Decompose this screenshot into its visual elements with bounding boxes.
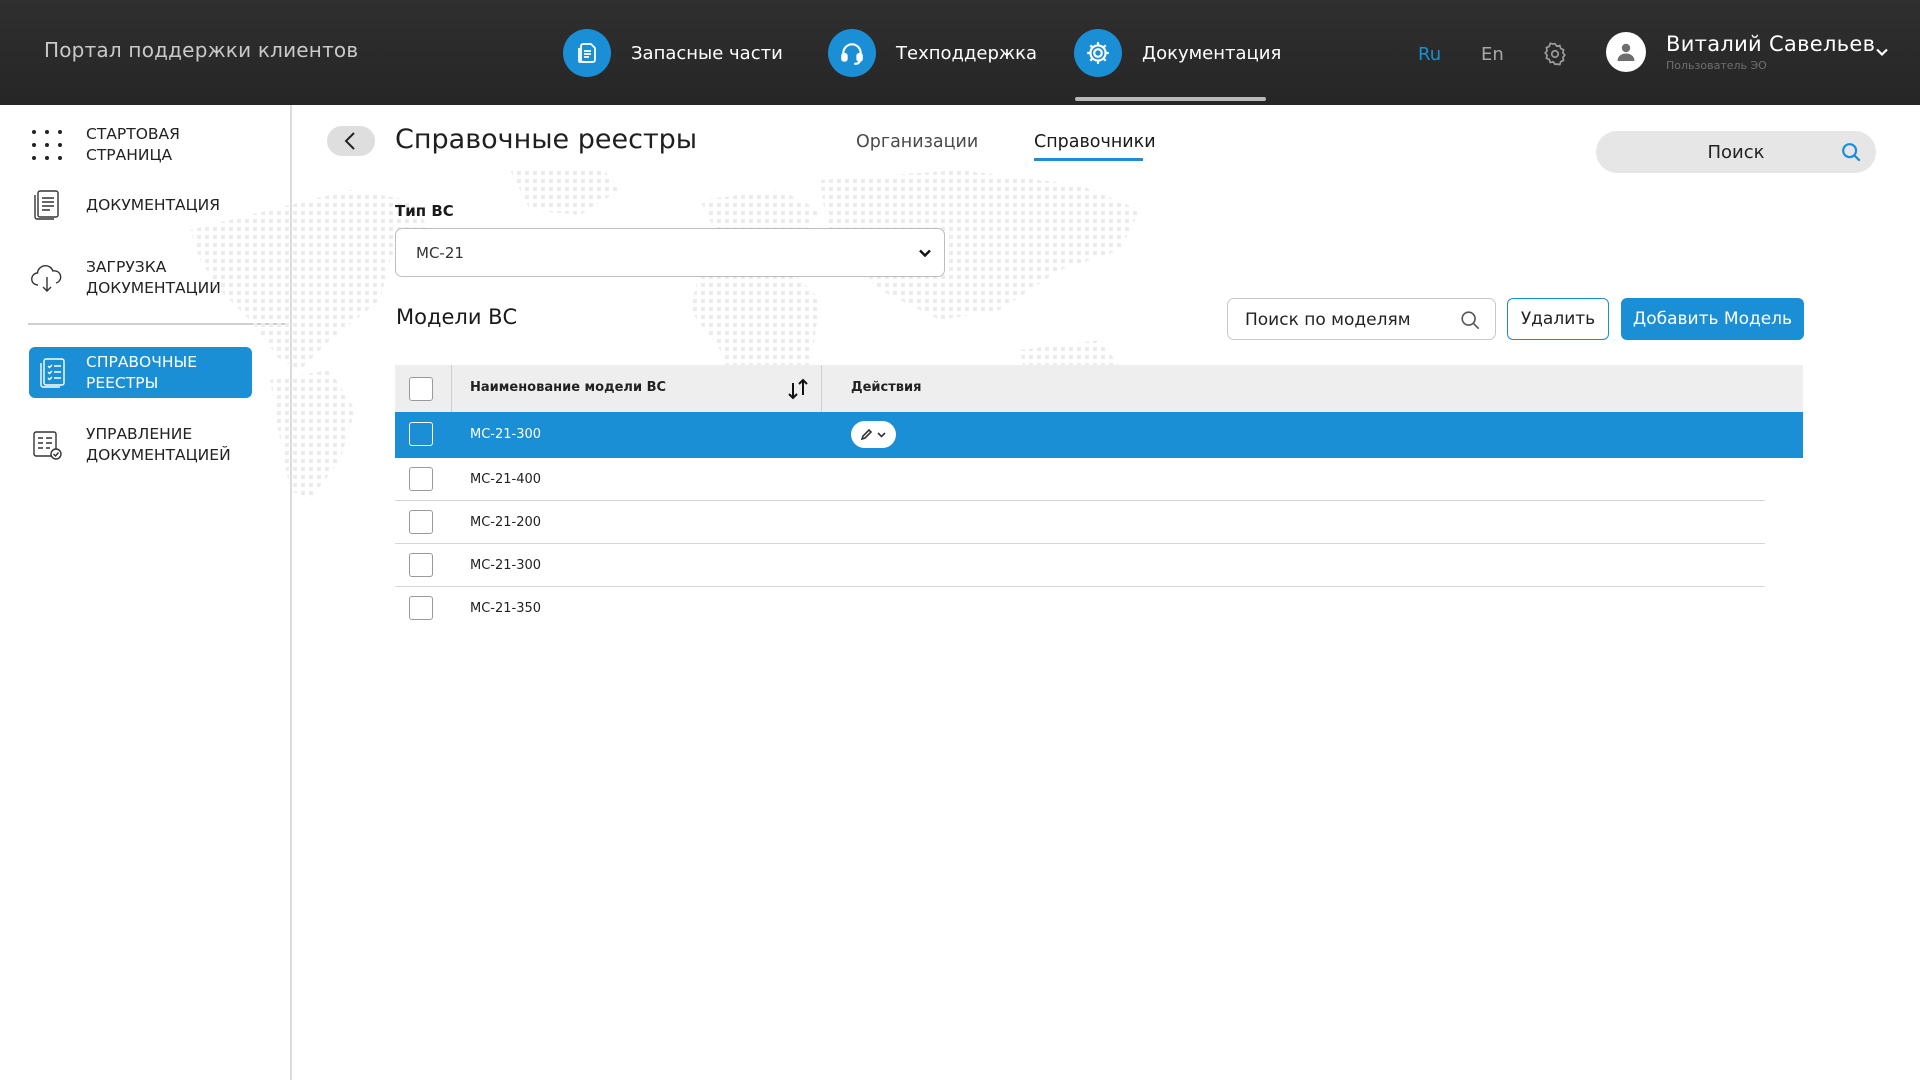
user-role: Пользователь ЭО [1666,59,1767,72]
sidebar-item-label: ДОКУМЕНТАЦИИ [86,279,221,297]
aircraft-type-select[interactable]: МС-21 [395,228,945,277]
sidebar-item-label: СПРАВОЧНЫЕ [86,352,198,371]
global-search-input[interactable]: Поиск [1596,131,1876,173]
add-model-button[interactable]: Добавить Модель [1621,298,1804,340]
pencil-icon [860,428,886,440]
tab-organizations[interactable]: Организации [856,132,978,152]
models-table: Наименование модели ВС Действия МС-21-30… [395,365,1803,630]
back-button[interactable] [327,126,375,156]
section-title: Модели ВС [396,305,518,329]
sidebar-item-home[interactable]: СТАРТОВАЯ СТРАНИЦА [29,125,252,164]
row-checkbox[interactable] [409,596,433,620]
sort-icon[interactable] [785,377,811,401]
sidebar-divider [28,323,286,325]
row-model-name: МС-21-400 [470,472,542,487]
sidebar-item-label: ДОКУМЕНТАЦИЯ [86,195,221,214]
row-model-name: МС-21-300 [470,558,542,573]
table-row[interactable]: МС-21-300 [395,412,1803,458]
nav-documentation-label: Документация [1142,42,1282,64]
cloud-upload-icon [29,260,65,296]
table-row[interactable]: МС-21-400 [395,458,1765,501]
column-divider [451,365,452,412]
table-row[interactable]: МС-21-300 [395,544,1765,587]
row-model-name: МС-21-350 [470,601,542,616]
aircraft-type-value: МС-21 [416,244,464,262]
delete-button[interactable]: Удалить [1507,298,1609,340]
row-checkbox[interactable] [409,467,433,491]
nav-spare-parts[interactable]: Запасные части [563,28,783,78]
user-name: Виталий Савельев [1666,32,1876,56]
search-icon[interactable] [1459,309,1481,331]
document-icon [29,187,65,223]
checklist-icon [35,355,71,391]
gear-doc-icon [1074,29,1122,77]
table-header: Наименование модели ВС Действия [395,365,1803,412]
gear-icon[interactable] [1542,41,1568,67]
sidebar-item-upload[interactable]: ЗАГРУЗКА ДОКУМЕНТАЦИИ [29,256,252,300]
sidebar-item-doc-management[interactable]: УПРАВЛЕНИЕ ДОКУМЕНТАЦИЕЙ [29,423,252,467]
tab-active-indicator [1034,158,1143,161]
column-divider [821,365,822,412]
tab-references[interactable]: Справочники [1034,132,1156,152]
search-icon[interactable] [1840,141,1862,163]
chevron-down-icon[interactable] [1874,44,1890,60]
document-icon [563,29,611,77]
nav-documentation[interactable]: Документация [1074,28,1281,78]
sidebar-item-label: СТАРТОВАЯ СТРАНИЦА [86,125,180,164]
nav-support[interactable]: Техподдержка [828,28,1037,78]
chevron-down-icon [919,249,931,258]
nav-active-indicator [1075,97,1266,101]
model-search-placeholder: Поиск по моделям [1245,310,1411,330]
grid-dots-icon [29,127,65,163]
model-search-input[interactable]: Поиск по моделям [1227,298,1496,340]
portal-title[interactable]: Портал поддержки клиентов [44,38,358,62]
lang-en-button[interactable]: En [1481,44,1504,65]
aircraft-type-label: Тип ВС [395,202,454,220]
row-checkbox[interactable] [409,510,433,534]
row-actions-button[interactable] [851,421,896,448]
row-model-name: МС-21-200 [470,515,542,530]
column-header-actions: Действия [851,380,922,395]
top-bar: Портал поддержки клиентов Запасные части… [0,0,1920,105]
row-checkbox[interactable] [409,422,433,446]
column-header-model-name: Наименование модели ВС [470,380,667,395]
sidebar-item-label: УПРАВЛЕНИЕ [86,425,193,443]
nav-support-label: Техподдержка [896,42,1038,64]
table-row[interactable]: МС-21-350 [395,587,1765,630]
sidebar-item-label: ДОКУМЕНТАЦИЕЙ [86,446,231,464]
select-all-checkbox[interactable] [409,377,433,401]
headset-icon [828,29,876,77]
row-checkbox[interactable] [409,553,433,577]
sidebar-item-label: ЗАГРУЗКА [86,258,167,276]
lang-ru-button[interactable]: Ru [1418,44,1441,65]
row-model-name: МС-21-300 [470,427,542,442]
sidebar-item-registries[interactable]: СПРАВОЧНЫЕ РЕЕСТРЫ [29,347,252,398]
user-icon [1617,43,1635,61]
global-search-label: Поиск [1707,141,1765,163]
page-title: Справочные реестры [395,124,698,155]
sidebar-item-label: РЕЕСТРЫ [86,373,159,392]
chevron-left-icon [344,132,355,150]
table-row[interactable]: МС-21-200 [395,501,1765,544]
nav-spare-parts-label: Запасные части [631,42,783,64]
sidebar: СТАРТОВАЯ СТРАНИЦА ДОКУМЕНТАЦИЯ ЗАГРУЗКА… [0,105,292,1080]
avatar[interactable] [1606,32,1646,72]
sidebar-item-documentation[interactable]: ДОКУМЕНТАЦИЯ [29,187,252,223]
manage-docs-icon [29,427,65,463]
